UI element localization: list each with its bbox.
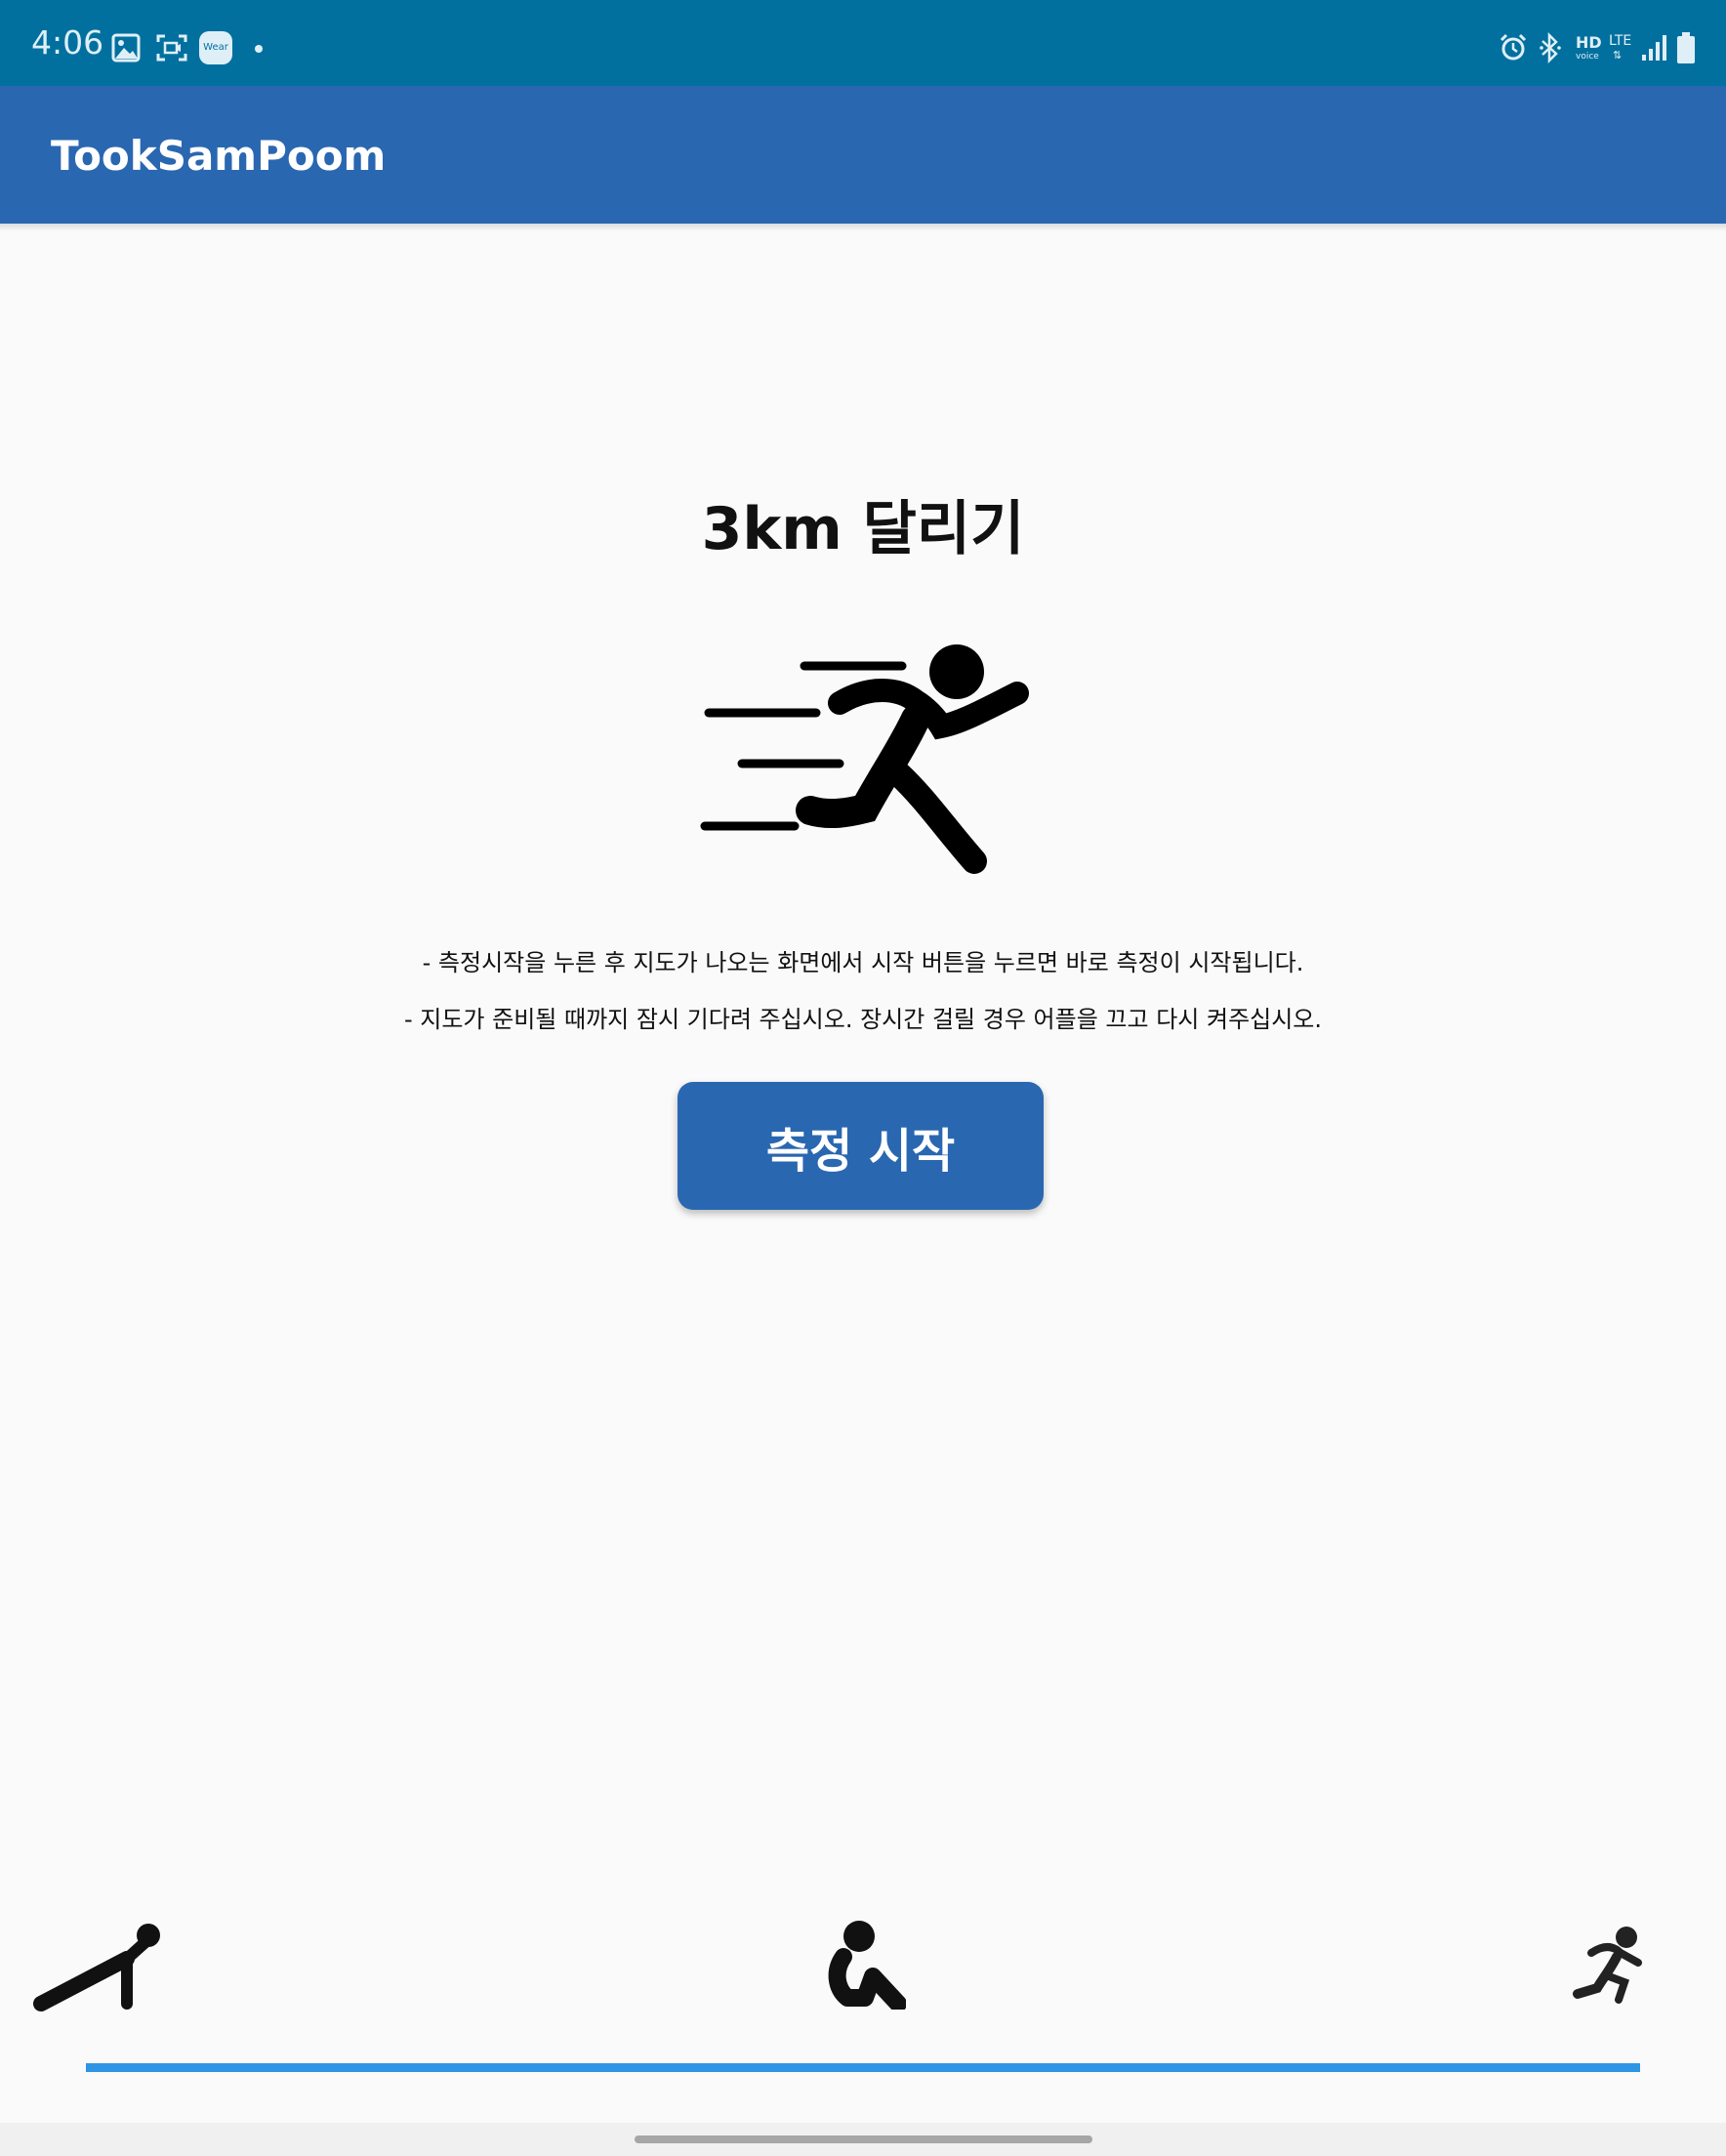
instruction-line-2: - 지도가 준비될 때까지 잠시 기다려 주십시오. 장시간 걸릴 경우 어플을…	[403, 1006, 1323, 1033]
hd-label: HD	[1576, 33, 1602, 52]
home-gesture-handle[interactable]	[635, 2135, 1092, 2143]
app-bar-shadow	[0, 224, 1726, 231]
status-time: 4:06	[31, 23, 104, 62]
data-arrows: ⇅	[1613, 49, 1623, 62]
bluetooth-icon	[1540, 32, 1561, 63]
status-bar: 4:06 Wear HD voice LTE ⇅	[0, 0, 1726, 86]
wear-label: Wear	[203, 42, 228, 53]
screen-capture-icon	[156, 34, 187, 62]
start-measurement-button[interactable]: 측정 시작	[678, 1082, 1044, 1210]
running-icon[interactable]	[1570, 1926, 1648, 2004]
app-bar: TookSamPoom	[0, 86, 1726, 224]
wear-icon: Wear	[199, 31, 232, 64]
pushup-icon[interactable]	[33, 1918, 164, 2013]
app-title: TookSamPoom	[51, 132, 387, 180]
system-nav-bar	[0, 2123, 1726, 2156]
situp-icon[interactable]	[826, 1920, 906, 2010]
signal-icon	[1642, 35, 1666, 61]
hd-voice-lte-icon: HD voice LTE ⇅	[1574, 31, 1636, 66]
alarm-icon	[1500, 33, 1527, 61]
page-title: 3km 달리기	[701, 495, 1025, 563]
instruction-line-1: - 측정시작을 누른 후 지도가 나오는 화면에서 시작 버튼을 누르면 바로 …	[422, 949, 1304, 976]
running-person-icon	[700, 644, 1029, 874]
tab-indicator	[86, 2063, 1640, 2072]
dot-icon	[255, 45, 263, 53]
gallery-icon	[111, 33, 141, 62]
lte-label: LTE	[1609, 33, 1632, 49]
voice-label: voice	[1576, 52, 1599, 62]
battery-icon	[1677, 32, 1695, 63]
